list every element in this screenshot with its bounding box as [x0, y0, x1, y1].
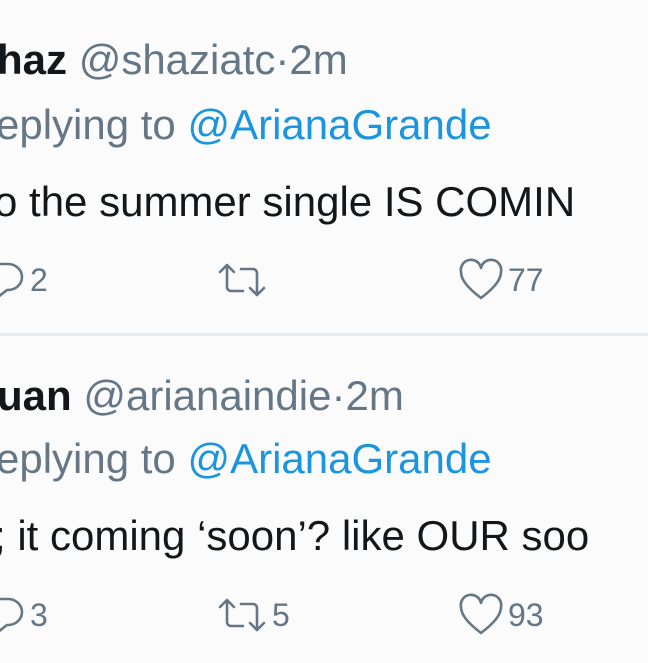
display-name[interactable]: haz — [0, 36, 67, 83]
timestamp[interactable]: 2m — [345, 372, 403, 419]
timestamp[interactable]: 2m — [289, 36, 347, 83]
reply-count: 2 — [30, 261, 48, 298]
user-handle[interactable]: @shaziatc — [79, 36, 276, 83]
retweet-icon — [218, 598, 266, 632]
tweet-text: o the summer single IS COMIN — [0, 178, 576, 225]
retweet-button[interactable]: 5 — [214, 593, 290, 637]
tweet-text: ; it coming ‘soon’? like OUR soo — [0, 512, 590, 559]
separator-dot: · — [331, 372, 346, 419]
mention-link[interactable]: @ArianaGrande — [187, 101, 491, 148]
reply-count: 3 — [30, 596, 48, 633]
replying-to-line: eplying to @ArianaGrande — [0, 435, 492, 483]
reply-icon — [0, 597, 24, 633]
separator-dot: · — [275, 36, 290, 83]
reply-button[interactable]: 2 — [0, 258, 48, 302]
like-count: 93 — [508, 596, 544, 633]
reply-button[interactable]: 3 — [0, 593, 48, 637]
reply-icon — [0, 262, 24, 298]
display-name[interactable]: uan — [0, 372, 72, 419]
like-count: 77 — [508, 261, 544, 298]
replying-to-label: eplying to — [0, 101, 176, 148]
tweet-header: uan @arianaindie·2m — [0, 372, 404, 420]
retweet-icon — [218, 263, 266, 297]
like-button[interactable]: 77 — [458, 258, 544, 302]
retweet-button[interactable] — [214, 258, 272, 302]
mention-link[interactable]: @ArianaGrande — [187, 435, 491, 482]
like-button[interactable]: 93 — [458, 593, 544, 637]
replying-to-label: eplying to — [0, 435, 176, 482]
user-handle[interactable]: @arianaindie — [83, 372, 331, 419]
replying-to-line: eplying to @ArianaGrande — [0, 101, 492, 149]
like-icon — [459, 258, 503, 300]
tweet-header: haz @shaziatc·2m — [0, 36, 348, 84]
like-icon — [459, 593, 503, 635]
retweet-count: 5 — [272, 596, 290, 633]
